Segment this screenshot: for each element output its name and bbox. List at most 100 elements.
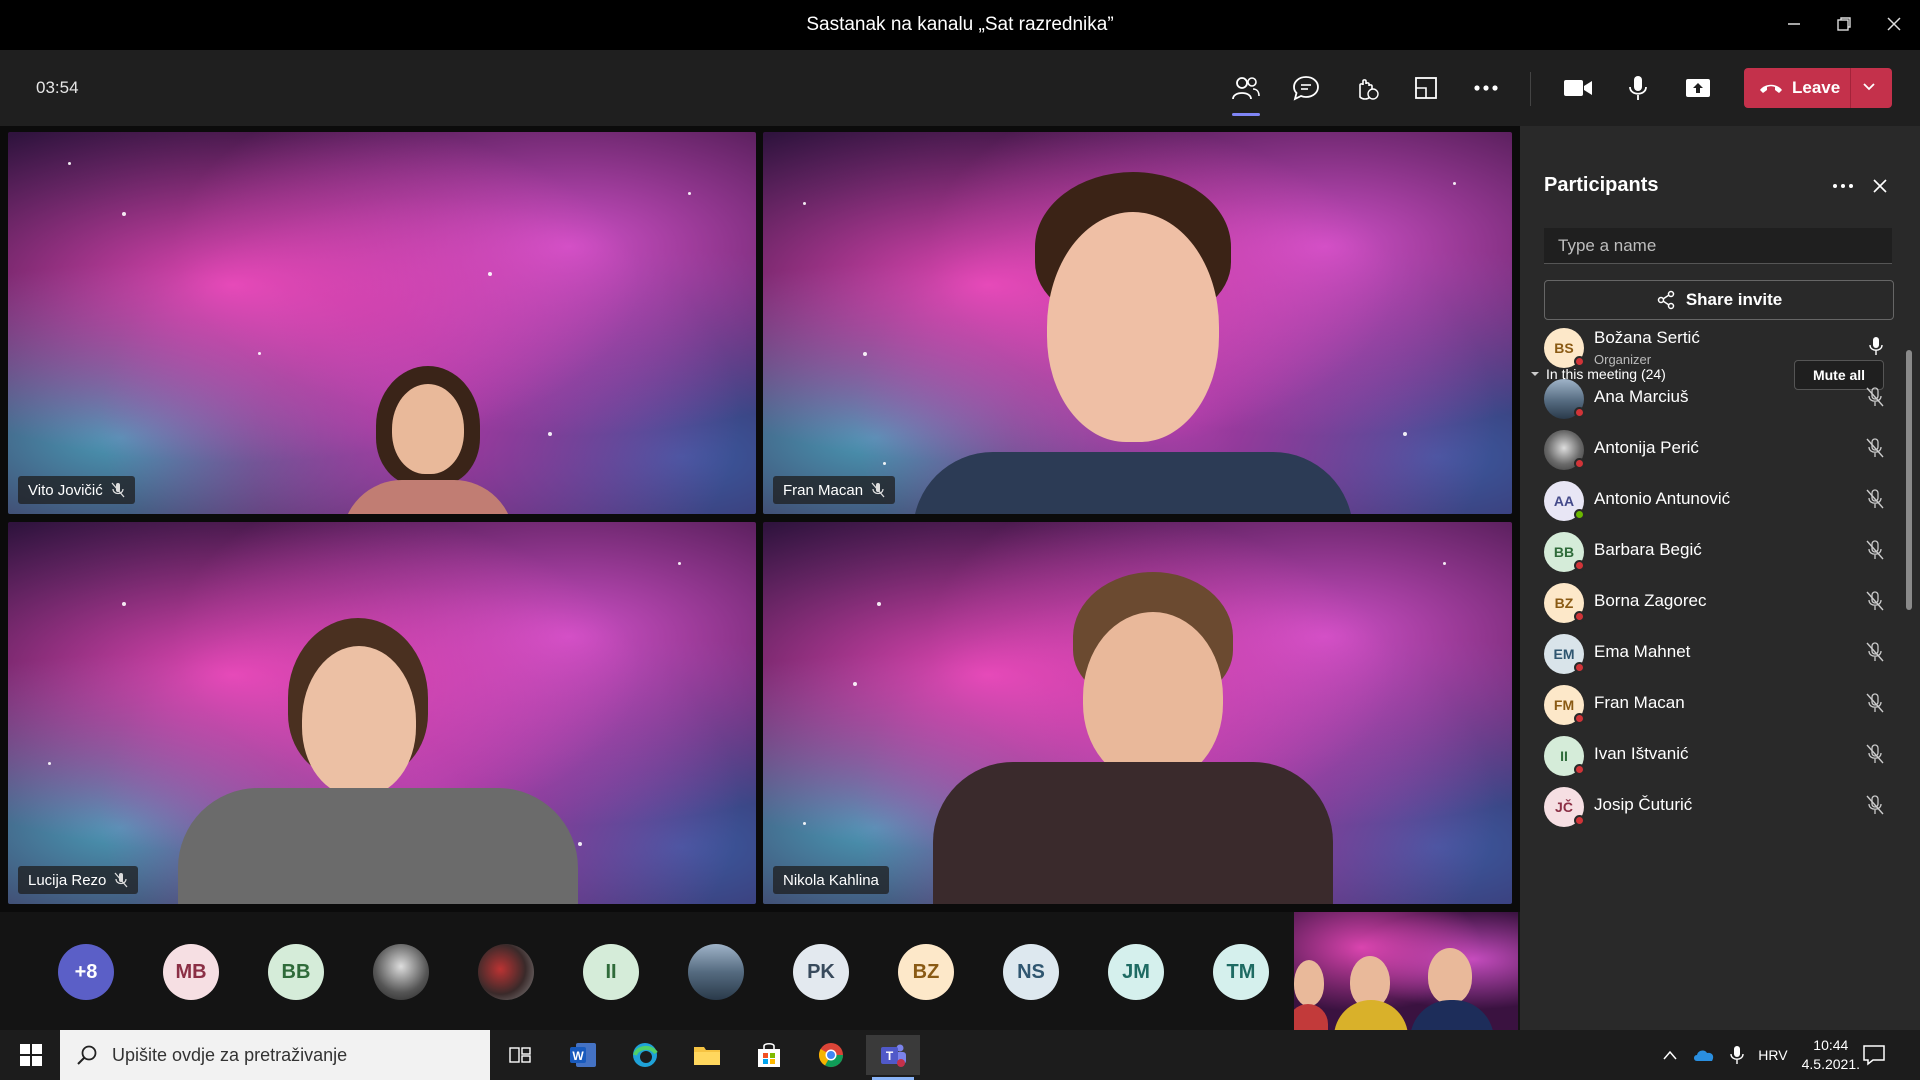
participant-search-input[interactable] — [1544, 228, 1892, 264]
participant-name: Barbara Begić — [1594, 540, 1702, 559]
muted-mic-icon[interactable] — [1866, 693, 1884, 718]
avatar-photo[interactable] — [478, 944, 534, 1000]
participant-video — [338, 362, 518, 514]
avatar[interactable]: II — [583, 944, 639, 1000]
avatar[interactable]: BB — [268, 944, 324, 1000]
presence-status-dot — [1574, 560, 1585, 571]
muted-mic-icon — [114, 872, 128, 888]
restore-icon[interactable] — [1826, 8, 1862, 40]
avatar[interactable]: JM — [1108, 944, 1164, 1000]
participant-name: Josip Čuturić — [1594, 795, 1693, 814]
task-view-icon[interactable] — [493, 1035, 547, 1075]
svg-text:T: T — [886, 1049, 894, 1063]
muted-mic-icon[interactable] — [1866, 642, 1884, 667]
chat-icon[interactable] — [1284, 68, 1328, 108]
share-icon[interactable] — [1676, 68, 1720, 108]
participant-video — [178, 618, 578, 904]
self-video-preview[interactable] — [1294, 912, 1518, 1030]
more-options-icon[interactable] — [1832, 176, 1854, 194]
participant-row[interactable]: II Ivan Ištvanić — [1544, 730, 1884, 778]
leave-label: Leave — [1792, 78, 1841, 97]
chevron-down-icon[interactable] — [1860, 78, 1878, 101]
participant-row[interactable]: BB Barbara Begić — [1544, 526, 1884, 574]
chevron-up-icon[interactable] — [1662, 1049, 1678, 1061]
share-invite-label: Share invite — [1685, 290, 1783, 309]
participant-video — [913, 572, 1353, 904]
avatar[interactable]: TM — [1213, 944, 1269, 1000]
meeting-timer: 03:54 — [36, 78, 79, 97]
leave-button[interactable]: Leave — [1744, 68, 1892, 108]
name-tag: Vito Jovičić — [18, 476, 135, 504]
window-title: Sastanak na kanalu „Sat razrednika” — [806, 14, 1114, 35]
participant-name: Ana Marciuš — [1594, 387, 1689, 406]
store-app-icon[interactable] — [742, 1035, 796, 1075]
edge-browser-icon[interactable] — [618, 1035, 672, 1075]
participant-row[interactable]: AA Antonio Antunović — [1544, 475, 1884, 523]
file-explorer-icon[interactable] — [680, 1035, 734, 1075]
muted-mic-icon[interactable] — [1866, 744, 1884, 769]
system-tray: HRV 10:44 4.5.2021. — [1662, 1030, 1860, 1080]
close-icon[interactable] — [1876, 8, 1912, 40]
participant-row[interactable]: BZ Borna Zagorec — [1544, 577, 1884, 625]
muted-mic-icon — [871, 482, 885, 498]
participant-name: Antonija Perić — [1594, 438, 1699, 457]
teams-app-icon[interactable]: T — [866, 1035, 920, 1080]
onedrive-cloud-icon[interactable] — [1692, 1047, 1716, 1063]
video-tile[interactable]: Vito Jovičić — [8, 132, 756, 514]
avatar[interactable]: PK — [793, 944, 849, 1000]
muted-mic-icon[interactable] — [1866, 540, 1884, 565]
microphone-icon[interactable] — [1868, 336, 1884, 361]
language-indicator[interactable]: HRV — [1758, 1047, 1787, 1063]
participant-row[interactable]: Ana Marciuš — [1544, 373, 1884, 421]
presence-status-dot — [1574, 764, 1585, 775]
presence-status-dot — [1574, 407, 1585, 418]
video-tile[interactable]: Nikola Kahlina — [763, 522, 1512, 904]
more-icon[interactable] — [1464, 68, 1508, 108]
microphone-tray-icon[interactable] — [1730, 1045, 1744, 1065]
presence-status-dot — [1574, 662, 1585, 673]
muted-mic-icon[interactable] — [1866, 591, 1884, 616]
notifications-icon[interactable] — [1862, 1044, 1886, 1071]
participant-row[interactable]: FM Fran Macan — [1544, 679, 1884, 727]
participants-icon[interactable] — [1224, 68, 1268, 116]
presence-status-dot — [1574, 458, 1585, 469]
muted-mic-icon[interactable] — [1866, 438, 1884, 463]
overflow-participants-button[interactable]: +8 — [58, 944, 114, 1000]
word-app-icon[interactable]: W — [556, 1035, 610, 1075]
avatar[interactable]: MB — [163, 944, 219, 1000]
muted-mic-icon[interactable] — [1866, 489, 1884, 514]
windows-start-icon[interactable] — [4, 1035, 58, 1075]
chrome-browser-icon[interactable] — [804, 1035, 858, 1075]
video-tile[interactable]: Lucija Rezo — [8, 522, 756, 904]
panel-scrollbar[interactable] — [1906, 350, 1912, 610]
share-invite-button[interactable]: Share invite — [1544, 280, 1894, 320]
presence-status-dot — [1574, 815, 1585, 826]
participant-name: Antonio Antunović — [1594, 489, 1731, 508]
avatar[interactable]: NS — [1003, 944, 1059, 1000]
minimize-icon[interactable] — [1776, 8, 1812, 40]
name-tag: Fran Macan — [773, 476, 896, 504]
avatar-photo[interactable] — [688, 944, 744, 1000]
reactions-icon[interactable] — [1344, 68, 1388, 108]
video-tile[interactable]: Fran Macan — [763, 132, 1512, 514]
muted-mic-icon[interactable] — [1866, 387, 1884, 412]
participant-row[interactable]: Antonija Perić — [1544, 424, 1884, 472]
muted-mic-icon — [111, 482, 125, 498]
muted-mic-icon[interactable] — [1866, 795, 1884, 820]
rooms-icon[interactable] — [1404, 68, 1448, 108]
meeting-toolbar: 03:54 Leave — [0, 50, 1920, 126]
taskbar-search-box[interactable]: Upišite ovdje za pretraživanje — [60, 1030, 490, 1080]
participant-name: Fran Macan — [1594, 693, 1685, 712]
camera-icon[interactable] — [1556, 68, 1600, 108]
share-network-icon — [1657, 290, 1675, 310]
participant-row[interactable]: BS Božana Sertić Organizer — [1544, 322, 1884, 370]
participant-row[interactable]: EM Ema Mahnet — [1544, 628, 1884, 676]
avatar[interactable]: BZ — [898, 944, 954, 1000]
participant-name: Lucija Rezo — [28, 871, 107, 889]
system-clock[interactable]: 10:44 4.5.2021. — [1802, 1036, 1860, 1074]
microphone-icon[interactable] — [1616, 68, 1660, 108]
close-panel-icon[interactable] — [1872, 178, 1888, 199]
avatar-photo[interactable] — [373, 944, 429, 1000]
leave-split-divider — [1850, 68, 1851, 108]
participant-row[interactable]: JČ Josip Čuturić — [1544, 781, 1884, 829]
